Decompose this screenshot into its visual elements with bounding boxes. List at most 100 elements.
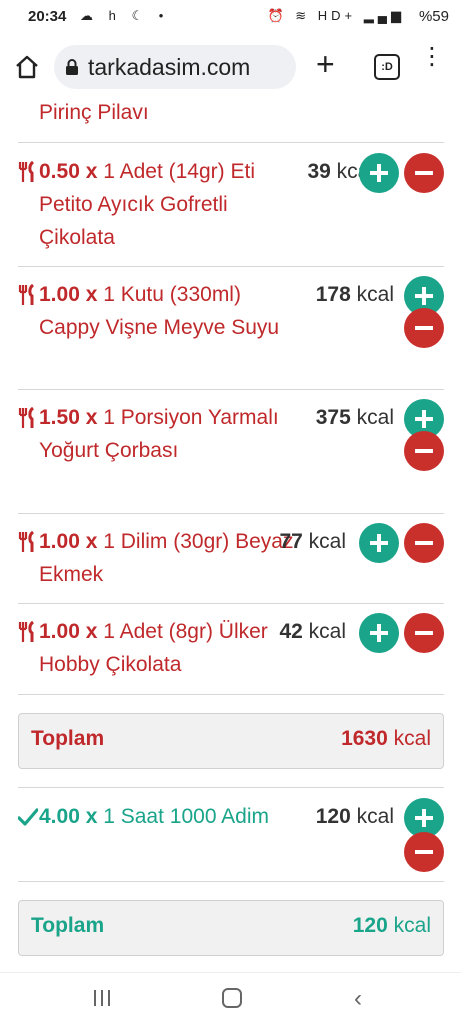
item-multiplier: 1.00 x	[39, 620, 98, 643]
item-kcal: 120 kcal	[316, 800, 394, 833]
meal-list: Pirinç Pilavı 0.50 x 1 Adet (14gr) Eti P…	[0, 98, 461, 972]
dot-icon: •	[158, 8, 170, 23]
plus-icon	[415, 410, 433, 428]
status-h: h	[108, 8, 122, 23]
cutlery-icon	[18, 407, 35, 428]
food-item: 0.50 x 1 Adet (14gr) Eti Petito Ayıcık G…	[18, 143, 444, 267]
total-unit: kcal	[393, 727, 431, 750]
cloud-icon: ☁	[80, 8, 99, 23]
minus-icon	[415, 449, 433, 453]
item-text: 0.50 x 1 Adet (14gr) Eti Petito Ayıcık G…	[39, 155, 299, 254]
kcal-unit: kcal	[356, 283, 394, 306]
item-kcal: 77 kcal	[279, 525, 346, 558]
plus-icon	[370, 624, 388, 642]
cutlery-icon	[18, 621, 35, 642]
recents-icon[interactable]	[92, 989, 112, 1007]
food-total-box: Toplam 1630 kcal	[18, 713, 444, 769]
status-right-icons: ⏰ ≋ HD+ ▂▄▆	[267, 8, 405, 24]
alarm-icon: ⏰	[267, 8, 288, 23]
plus-icon	[370, 534, 388, 552]
kcal-value: 39	[307, 160, 331, 183]
total-number: 120	[352, 914, 388, 937]
checkmark-icon	[18, 808, 38, 826]
item-description: Pirinç Pilavı	[39, 101, 149, 124]
remove-button[interactable]	[404, 308, 444, 348]
kcal-unit: kcal	[308, 620, 346, 643]
signal-icon: ▂▄▆	[363, 8, 405, 23]
food-item: 1.00 x 1 Adet (8gr) Ülker Hobby Çikolata…	[18, 603, 444, 695]
item-multiplier: 1.00 x	[39, 530, 98, 553]
back-icon[interactable]: ‹	[354, 987, 362, 1011]
cutlery-icon	[18, 161, 35, 182]
kcal-value: 120	[315, 805, 351, 828]
plus-icon	[415, 287, 433, 305]
item-description: 1 Saat 1000 Adim	[103, 805, 270, 828]
item-multiplier: 1.00 x	[39, 283, 98, 306]
home-button-icon[interactable]	[222, 988, 242, 1008]
add-button[interactable]	[359, 613, 399, 653]
item-text: 1.00 x 1 Dilim (30gr) Beyaz Ekmek	[39, 525, 299, 591]
cutlery-icon	[18, 531, 35, 552]
system-nav-bar: ‹	[0, 972, 461, 1025]
kcal-unit: kcal	[308, 530, 346, 553]
wifi-icon: ≋	[295, 8, 311, 23]
home-icon[interactable]	[14, 54, 40, 80]
remove-button[interactable]	[404, 431, 444, 471]
food-item: 1.00 x 1 Kutu (330ml) Cappy Vişne Meyve …	[18, 266, 444, 390]
status-left-icons: ☁ h ☾ •	[80, 8, 169, 24]
sleep-icon: ☾	[131, 8, 150, 23]
total-unit: kcal	[393, 914, 431, 937]
item-text: 1.00 x 1 Adet (8gr) Ülker Hobby Çikolata	[39, 615, 299, 681]
address-bar[interactable]: tarkadasim.com	[54, 45, 296, 89]
item-multiplier: 0.50 x	[39, 160, 98, 183]
minus-icon	[415, 631, 433, 635]
item-text: 1.50 x 1 Porsiyon Yarmalı Yoğurt Çorbası	[39, 401, 299, 467]
food-item: 1.00 x 1 Dilim (30gr) Beyaz Ekmek 77 kca…	[18, 513, 444, 604]
item-text: 1.00 x 1 Kutu (330ml) Cappy Vişne Meyve …	[39, 278, 299, 344]
kcal-unit: kcal	[356, 805, 394, 828]
total-value: 120 kcal	[353, 914, 431, 938]
remove-button[interactable]	[404, 523, 444, 563]
kcal-unit: kcal	[356, 406, 394, 429]
hd-label: HD+	[317, 8, 357, 23]
status-bar: 20:34 ☁ h ☾ • ⏰ ≋ HD+ ▂▄▆ %59	[0, 0, 461, 36]
browser-toolbar: tarkadasim.com + :D ⋮	[0, 36, 461, 98]
activity-total-box: Toplam 120 kcal	[18, 900, 444, 956]
total-label: Toplam	[31, 727, 105, 750]
minus-icon	[415, 850, 433, 854]
plus-icon	[370, 164, 388, 182]
minus-icon	[415, 326, 433, 330]
minus-icon	[415, 541, 433, 545]
food-item: 1.50 x 1 Porsiyon Yarmalı Yoğurt Çorbası…	[18, 389, 444, 514]
item-kcal: 42 kcal	[279, 615, 346, 648]
kcal-value: 375	[315, 406, 351, 429]
add-button[interactable]	[359, 523, 399, 563]
item-kcal: 178 kcal	[316, 278, 394, 311]
item-kcal: 375 kcal	[316, 401, 394, 434]
remove-button[interactable]	[404, 613, 444, 653]
kcal-value: 42	[279, 620, 303, 643]
item-text: 4.00 x 1 Saat 1000 Adim	[39, 800, 299, 833]
remove-button[interactable]	[404, 153, 444, 193]
list-item-partial: Pirinç Pilavı	[18, 98, 444, 143]
remove-button[interactable]	[404, 832, 444, 872]
kcal-value: 178	[315, 283, 351, 306]
kcal-value: 77	[279, 530, 303, 553]
add-button[interactable]	[359, 153, 399, 193]
total-label: Toplam	[31, 914, 105, 937]
more-menu-icon[interactable]: ⋮	[420, 45, 444, 69]
minus-icon	[415, 171, 433, 175]
battery-level: %59	[418, 8, 449, 25]
cutlery-icon	[18, 284, 35, 305]
new-tab-button[interactable]: +	[316, 48, 335, 80]
item-multiplier: 1.50 x	[39, 406, 98, 429]
activity-item: 4.00 x 1 Saat 1000 Adim 120 kcal	[18, 788, 444, 882]
total-value: 1630 kcal	[341, 727, 431, 751]
item-multiplier: 4.00 x	[39, 805, 98, 828]
lock-icon	[66, 59, 78, 75]
plus-icon	[415, 809, 433, 827]
url-text: tarkadasim.com	[88, 54, 251, 80]
total-number: 1630	[341, 727, 388, 750]
status-time: 20:34	[28, 8, 67, 25]
tab-switcher-button[interactable]: :D	[374, 54, 400, 80]
